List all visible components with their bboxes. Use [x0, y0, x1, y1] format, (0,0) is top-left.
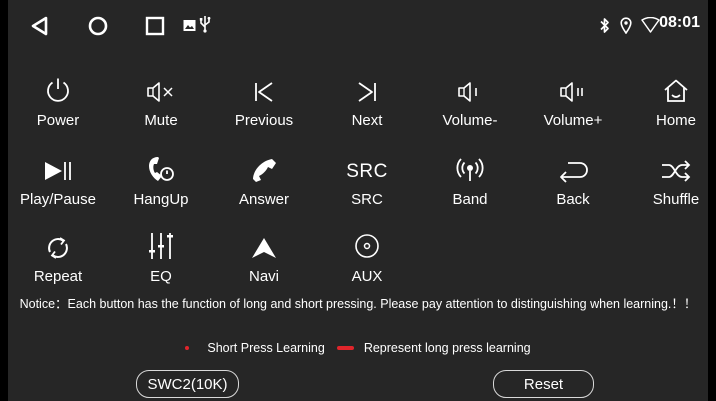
wifi-icon — [640, 16, 660, 34]
key-label: Volume+ — [543, 112, 603, 129]
repeat-key[interactable]: Repeat — [8, 222, 108, 294]
bluetooth-icon — [598, 15, 610, 35]
src-text-icon: SRC — [346, 149, 388, 183]
mute-key[interactable]: Mute — [111, 66, 211, 138]
volume-up-key[interactable]: Volume+ — [523, 66, 623, 138]
key-label: Navi — [248, 268, 279, 285]
key-label: Volume- — [442, 112, 498, 129]
play-pause-key[interactable]: Play/Pause — [8, 145, 108, 217]
aux-key[interactable]: AUX — [317, 222, 417, 294]
band-key[interactable]: Band — [420, 145, 520, 217]
repeat-icon — [44, 226, 72, 260]
key-label: Shuffle — [652, 191, 700, 208]
hangup-icon — [146, 149, 176, 183]
volume-down-key[interactable]: Volume- — [420, 66, 520, 138]
volume-down-icon — [456, 70, 484, 104]
long-press-label: Represent long press learning — [363, 341, 531, 355]
key-label: HangUp — [133, 191, 189, 208]
previous-icon — [252, 70, 276, 104]
key-label: Mute — [144, 112, 178, 129]
notice-text: Notice：Each button has the function of l… — [19, 297, 697, 311]
band-icon — [454, 149, 486, 183]
key-label: Home — [655, 112, 696, 129]
eq-icon — [146, 226, 176, 260]
press-legend: Short Press Learning Represent long pres… — [8, 341, 708, 355]
long-press-marker — [336, 346, 354, 350]
key-label: AUX — [351, 268, 383, 285]
power-key[interactable]: Power — [8, 66, 108, 138]
home-circle-icon[interactable] — [86, 14, 110, 38]
volume-up-icon — [558, 70, 588, 104]
play-pause-icon — [42, 149, 74, 183]
key-label: Power — [36, 112, 80, 129]
next-key[interactable]: Next — [317, 66, 417, 138]
aux-icon — [353, 226, 381, 260]
back-arrow-icon — [556, 149, 590, 183]
navi-icon — [250, 226, 278, 260]
status-bar: 08:01 — [8, 0, 708, 54]
usb-icon — [198, 14, 212, 34]
key-label: SRC — [351, 191, 383, 208]
src-icon-text: SRC — [346, 161, 388, 182]
previous-key[interactable]: Previous — [214, 66, 314, 138]
key-label: Repeat — [33, 268, 83, 285]
swc-mode-button[interactable]: SWC2(10K) — [136, 370, 239, 398]
location-icon — [619, 15, 633, 35]
clock: 08:01 — [659, 14, 700, 31]
power-icon — [44, 70, 72, 104]
gallery-icon — [182, 17, 196, 33]
key-label: Band — [452, 191, 488, 208]
answer-icon — [250, 149, 278, 183]
key-label: Next — [351, 112, 383, 129]
back-triangle-icon[interactable] — [28, 14, 52, 38]
key-label: Play/Pause — [20, 191, 96, 208]
key-label: Previous — [234, 112, 294, 129]
short-press-marker — [185, 346, 190, 350]
key-label: Answer — [238, 191, 290, 208]
recents-square-icon[interactable] — [143, 14, 167, 38]
mute-icon — [145, 70, 177, 104]
hangup-key[interactable]: HangUp — [111, 145, 211, 217]
key-label: Back — [556, 191, 590, 208]
short-press-label: Short Press Learning — [207, 341, 325, 355]
src-key[interactable]: SRC SRC — [317, 145, 417, 217]
steering-wheel-control-screen: 08:01 Power Mute Previous Next Volume- V… — [8, 0, 708, 401]
shuffle-icon — [659, 149, 693, 183]
reset-button[interactable]: Reset — [493, 370, 594, 398]
home-icon — [662, 70, 690, 104]
answer-key[interactable]: Answer — [214, 145, 314, 217]
shuffle-key[interactable]: Shuffle — [626, 145, 708, 217]
key-label: EQ — [150, 268, 172, 285]
back-key[interactable]: Back — [523, 145, 623, 217]
eq-key[interactable]: EQ — [111, 222, 211, 294]
next-icon — [355, 70, 379, 104]
home-key[interactable]: Home — [626, 66, 708, 138]
navi-key[interactable]: Navi — [214, 222, 314, 294]
